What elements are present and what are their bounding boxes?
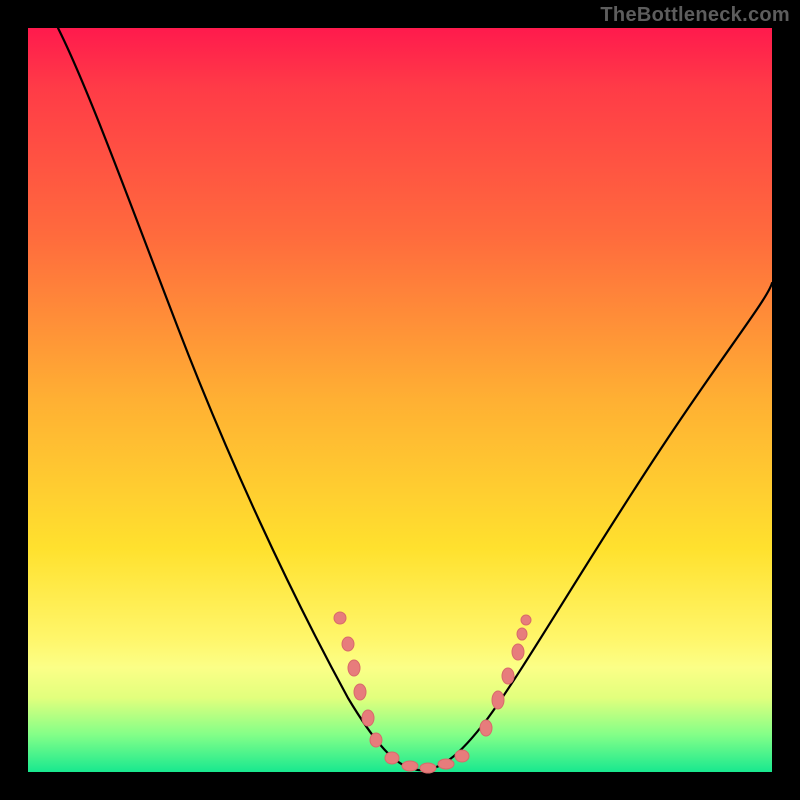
watermark-text: TheBottleneck.com [600, 4, 790, 27]
valley-markers [334, 612, 531, 773]
chart-svg [28, 28, 772, 772]
chart-frame: TheBottleneck.com [0, 0, 800, 800]
bottleneck-curve [58, 28, 772, 770]
plot-area [28, 28, 772, 772]
